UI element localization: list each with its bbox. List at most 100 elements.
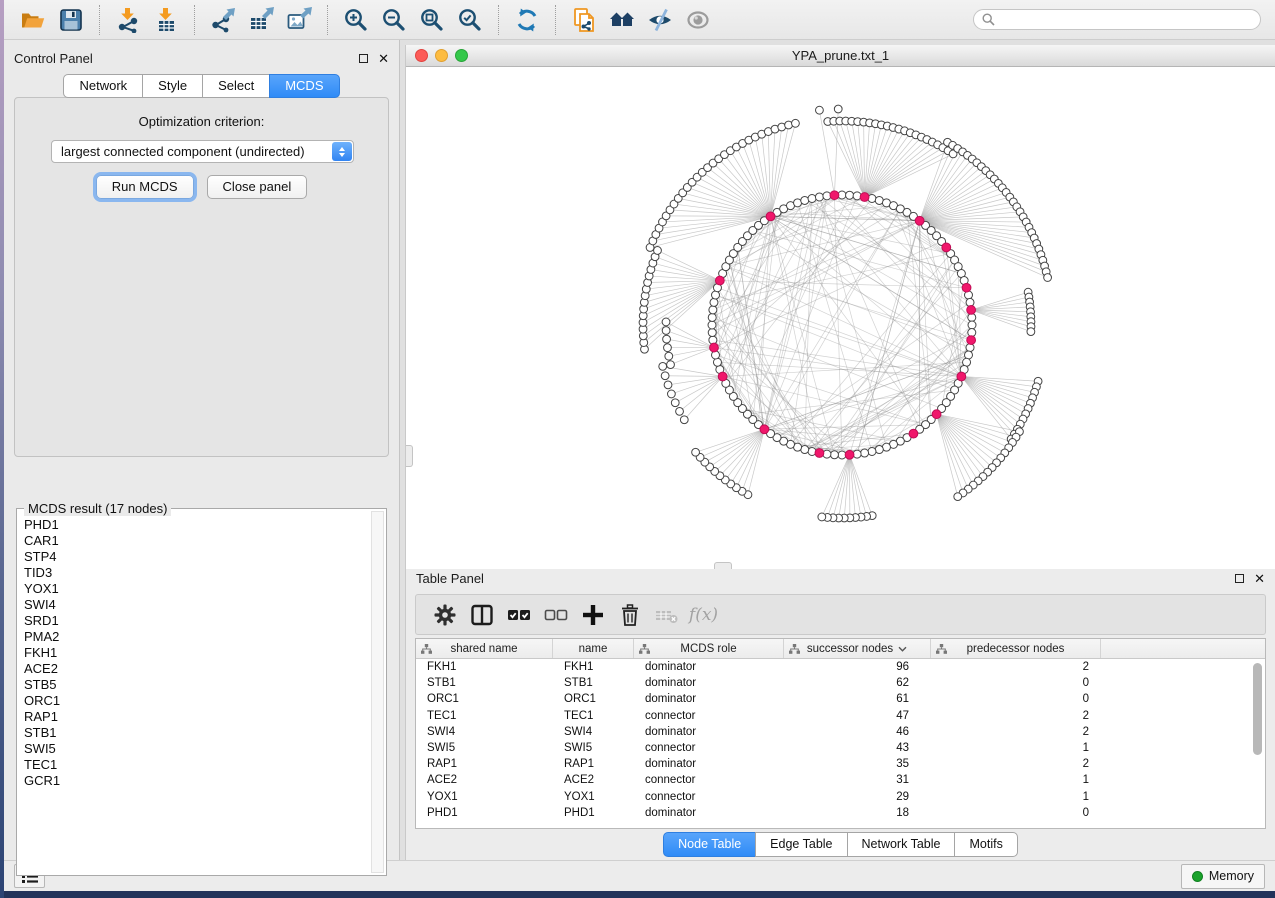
splitter-collapse-handle[interactable] [714, 562, 732, 569]
table-cell: 0 [931, 693, 1101, 705]
table-row[interactable]: PHD1PHD1dominator180 [416, 805, 1265, 821]
table-cell: FKH1 [416, 661, 553, 673]
mcds-result-item[interactable]: ACE2 [24, 661, 386, 677]
save-session-icon[interactable] [52, 3, 90, 37]
mcds-result-item[interactable]: CAR1 [24, 533, 386, 549]
mcds-result-item[interactable]: SWI4 [24, 597, 386, 613]
run-mcds-button[interactable]: Run MCDS [96, 175, 194, 199]
table-row[interactable]: FKH1FKH1dominator962 [416, 659, 1265, 675]
zoom-out-icon[interactable] [375, 3, 413, 37]
mcds-result-scrollbar[interactable] [371, 511, 384, 873]
settings-gear-icon[interactable] [426, 598, 463, 632]
tab-motifs[interactable]: Motifs [954, 832, 1017, 857]
network-canvas[interactable] [406, 67, 1275, 569]
mcds-result-item[interactable]: PMA2 [24, 629, 386, 645]
mcds-result-item[interactable]: PHD1 [24, 517, 386, 533]
toolbar-separator [99, 5, 100, 35]
table-row[interactable]: SWI4SWI4dominator462 [416, 724, 1265, 740]
mcds-result-item[interactable]: STB5 [24, 677, 386, 693]
search-input[interactable] [1000, 13, 1252, 27]
zoom-selected-icon[interactable] [451, 3, 489, 37]
splitter-collapse-handle[interactable] [406, 445, 413, 467]
tab-network-table[interactable]: Network Table [847, 832, 956, 857]
mcds-result-item[interactable]: FKH1 [24, 645, 386, 661]
mcds-result-item[interactable]: STP4 [24, 549, 386, 565]
table-cell: 61 [784, 693, 931, 705]
maximize-window-traffic-light[interactable] [455, 49, 468, 62]
tab-node-table[interactable]: Node Table [663, 832, 756, 857]
control-panel-tabbar: NetworkStyleSelectMCDS [4, 74, 399, 98]
network-graph[interactable] [406, 67, 1275, 564]
close-panel-button[interactable]: Close panel [207, 175, 308, 199]
table-cell: connector [634, 774, 784, 786]
refresh-layout-icon[interactable] [508, 3, 546, 37]
table-row[interactable]: ACE2ACE2connector311 [416, 772, 1265, 788]
add-column-icon[interactable] [574, 598, 611, 632]
table-cell: dominator [634, 693, 784, 705]
mcds-result-item[interactable]: SWI5 [24, 741, 386, 757]
fx-label: f(x) [689, 605, 718, 625]
column-header-MCDS-role[interactable]: MCDS role [634, 639, 784, 658]
import-network-icon[interactable] [109, 3, 147, 37]
toolbar-separator [555, 5, 556, 35]
memory-button[interactable]: Memory [1181, 864, 1265, 889]
show-all-eye-icon[interactable] [679, 3, 717, 37]
mcds-result-item[interactable]: SRD1 [24, 613, 386, 629]
criterion-dropdown-value: largest connected component (undirected) [61, 144, 305, 159]
close-panel-icon[interactable]: ✕ [378, 54, 389, 63]
right-column: YPA_prune.txt_1 Table Panel ✕ [405, 40, 1275, 860]
mcds-result-list: PHD1CAR1STP4TID3YOX1SWI4SRD1PMA2FKH1ACE2… [17, 509, 386, 789]
float-panel-icon[interactable] [359, 54, 368, 63]
table-cell: FKH1 [553, 661, 634, 673]
table-row[interactable]: STB1STB1dominator620 [416, 675, 1265, 691]
mcds-result-item[interactable]: TID3 [24, 565, 386, 581]
table-cell: dominator [634, 661, 784, 673]
select-all-icon[interactable] [500, 598, 537, 632]
column-header-shared-name[interactable]: shared name [416, 639, 553, 658]
table-row[interactable]: YOX1YOX1connector291 [416, 789, 1265, 805]
hide-selected-eye-slash-icon[interactable] [641, 3, 679, 37]
main-toolbar [4, 0, 1275, 40]
tab-style[interactable]: Style [142, 74, 203, 98]
mcds-result-item[interactable]: TEC1 [24, 757, 386, 773]
home-icon[interactable] [603, 3, 641, 37]
close-window-traffic-light[interactable] [415, 49, 428, 62]
tab-edge-table[interactable]: Edge Table [755, 832, 847, 857]
open-file-icon[interactable] [14, 3, 52, 37]
column-header-successor-nodes[interactable]: successor nodes [784, 639, 931, 658]
delete-column-icon[interactable] [611, 598, 648, 632]
mcds-result-item[interactable]: GCR1 [24, 773, 386, 789]
column-header-name[interactable]: name [553, 639, 634, 658]
table-row[interactable]: TEC1TEC1connector472 [416, 708, 1265, 724]
mcds-result-item[interactable]: RAP1 [24, 709, 386, 725]
table-row[interactable]: ORC1ORC1dominator610 [416, 691, 1265, 707]
table-cell: 29 [784, 791, 931, 803]
table-scrollbar-thumb[interactable] [1253, 663, 1262, 755]
minimize-window-traffic-light[interactable] [435, 49, 448, 62]
column-header-predecessor-nodes[interactable]: predecessor nodes [931, 639, 1101, 658]
table-row[interactable]: RAP1RAP1dominator352 [416, 756, 1265, 772]
table-cell: 1 [931, 791, 1101, 803]
tab-mcds[interactable]: MCDS [269, 74, 339, 98]
criterion-dropdown[interactable]: largest connected component (undirected) [51, 140, 354, 163]
table-row[interactable]: SWI5SWI5connector431 [416, 740, 1265, 756]
export-network-icon[interactable] [204, 3, 242, 37]
zoom-in-icon[interactable] [337, 3, 375, 37]
mcds-result-item[interactable]: STB1 [24, 725, 386, 741]
duplicate-network-icon[interactable] [565, 3, 603, 37]
show-columns-icon[interactable] [463, 598, 500, 632]
float-panel-icon[interactable] [1235, 574, 1244, 583]
import-table-icon[interactable] [147, 3, 185, 37]
control-panel-titlebar: Control Panel ✕ [4, 45, 399, 71]
export-table-icon[interactable] [242, 3, 280, 37]
table-cell: 1 [931, 742, 1101, 754]
clear-selection-icon[interactable] [537, 598, 574, 632]
zoom-fit-icon[interactable] [413, 3, 451, 37]
search-field[interactable] [973, 9, 1261, 30]
mcds-result-item[interactable]: YOX1 [24, 581, 386, 597]
close-panel-icon[interactable]: ✕ [1254, 574, 1265, 583]
tab-select[interactable]: Select [202, 74, 270, 98]
tab-network[interactable]: Network [63, 74, 143, 98]
mcds-result-item[interactable]: ORC1 [24, 693, 386, 709]
export-image-icon[interactable] [280, 3, 318, 37]
